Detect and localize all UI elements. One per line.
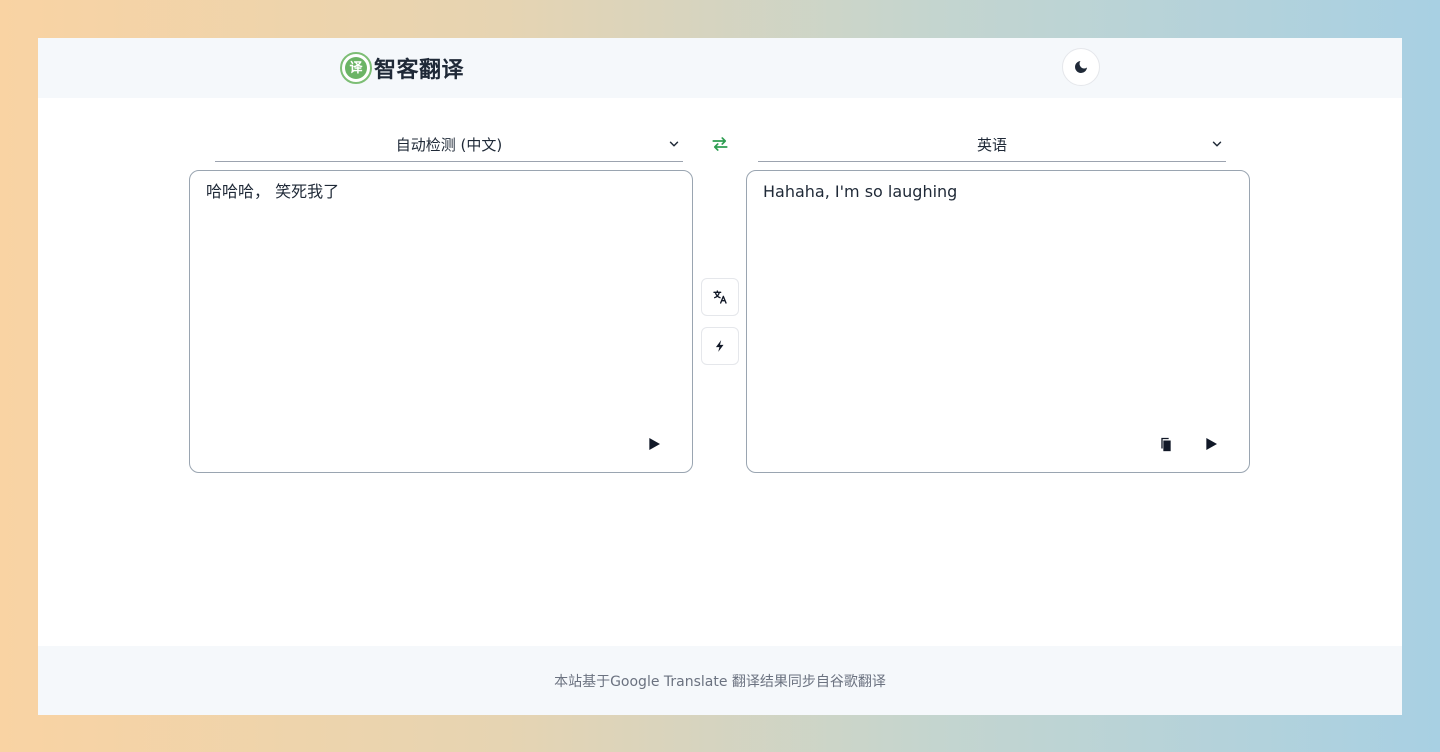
theme-toggle-button[interactable] <box>1062 48 1100 86</box>
app-window: 译 智客翻译 自动检测 (中文) 英语 哈哈哈， 笑死我了 Hahaha, I'… <box>38 38 1402 715</box>
source-text-input[interactable]: 哈哈哈， 笑死我了 <box>206 181 676 203</box>
brand-name: 智客翻译 <box>374 58 465 83</box>
translated-text: Hahaha, I'm so laughing <box>763 182 958 201</box>
target-text-panel: Hahaha, I'm so laughing <box>746 170 1250 473</box>
logo-icon: 译 <box>340 52 372 84</box>
footer-text: 本站基于Google Translate 翻译结果同步自谷歌翻译 <box>554 673 886 690</box>
chevron-down-icon <box>669 141 679 147</box>
play-icon <box>649 438 660 450</box>
moon-icon <box>1075 61 1087 73</box>
instant-translate-button[interactable] <box>701 327 739 365</box>
copy-button[interactable] <box>1155 433 1177 455</box>
translate-button[interactable] <box>701 278 739 316</box>
brand[interactable]: 译 智客翻译 <box>340 50 464 86</box>
play-icon <box>1206 438 1217 450</box>
translate-icon <box>713 290 727 304</box>
footer: 本站基于Google Translate 翻译结果同步自谷歌翻译 <box>38 646 1402 715</box>
source-text-panel[interactable]: 哈哈哈， 笑死我了 <box>189 170 693 473</box>
lightning-icon <box>715 340 724 352</box>
chevron-down-icon <box>1212 141 1222 147</box>
swap-arrows-icon <box>712 137 728 151</box>
source-language-select[interactable]: 自动检测 (中文) <box>215 128 683 162</box>
swap-languages-button[interactable] <box>708 132 732 156</box>
target-language-select[interactable]: 英语 <box>758 128 1226 162</box>
target-language-label: 英语 <box>976 136 1007 154</box>
logo-char: 译 <box>345 57 367 79</box>
target-play-button[interactable] <box>1200 433 1222 455</box>
header: 译 智客翻译 <box>38 38 1402 98</box>
source-play-button[interactable] <box>643 433 665 455</box>
copy-icon <box>1161 437 1171 451</box>
source-language-label: 自动检测 (中文) <box>395 136 503 154</box>
